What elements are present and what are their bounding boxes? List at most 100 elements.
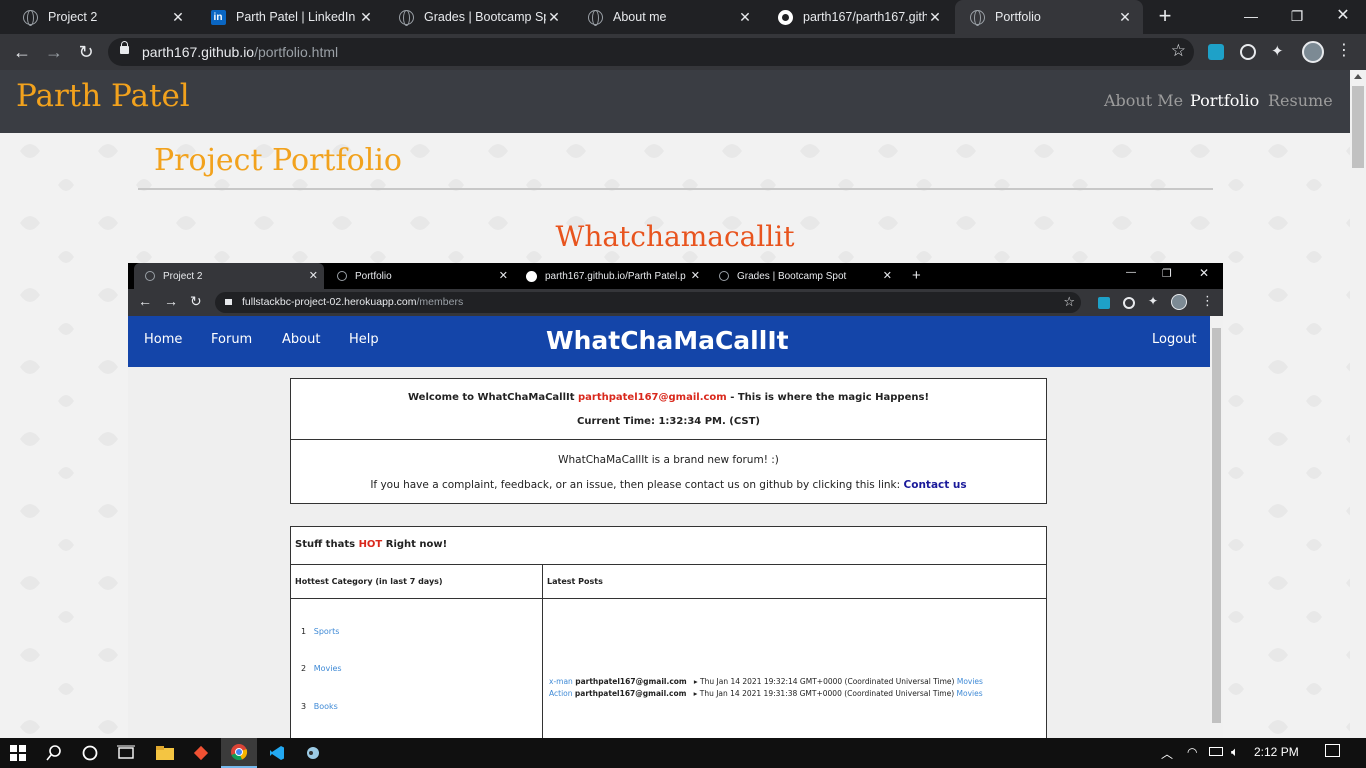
screenshot-toolbar: ← → ↻ fullstackbc-project-02.herokuapp.c… bbox=[128, 289, 1223, 316]
wcmc-nav-forum: Forum bbox=[211, 332, 253, 347]
back-button[interactable]: ← bbox=[10, 40, 34, 64]
screenshot-tab: parth167.github.io/Parth Patel.pdf ✕ bbox=[516, 263, 706, 289]
nav-resume[interactable]: Resume bbox=[1268, 91, 1333, 110]
reload-button[interactable]: ↻ bbox=[74, 40, 98, 64]
close-window-icon: ✕ bbox=[1199, 266, 1210, 280]
cortana-icon[interactable] bbox=[72, 738, 108, 768]
snipping-tool-icon[interactable] bbox=[295, 738, 331, 768]
browser-tab-grades[interactable]: Grades | Bootcamp Spot ✕ bbox=[384, 0, 572, 34]
globe-icon bbox=[398, 9, 414, 26]
browser-toolbar: ← → ↻ parth167.github.io/portfolio.html … bbox=[0, 34, 1366, 70]
scrollbar-thumb[interactable] bbox=[1352, 86, 1364, 168]
reload-icon: ↻ bbox=[190, 293, 202, 309]
menu-kebab-icon: ⋮ bbox=[1201, 293, 1214, 308]
wifi-icon[interactable]: ◠ bbox=[1187, 745, 1197, 759]
close-tab-icon: ✕ bbox=[498, 270, 508, 282]
globe-icon bbox=[336, 271, 347, 282]
close-tab-icon[interactable]: ✕ bbox=[737, 9, 753, 25]
close-tab-icon[interactable]: ✕ bbox=[1117, 9, 1133, 25]
globe-icon bbox=[969, 9, 985, 26]
wcmc-nav-logout: Logout bbox=[1152, 332, 1197, 347]
vscode-icon[interactable] bbox=[259, 738, 295, 768]
extension-icon bbox=[1098, 297, 1110, 309]
taskbar-clock[interactable]: 2:12 PM bbox=[1254, 745, 1299, 759]
tab-title: parth167/parth167.github.io bbox=[803, 10, 927, 24]
close-tab-icon[interactable]: ✕ bbox=[170, 9, 186, 25]
windows-taskbar: ︿ ◠ 🔈︎ 2:12 PM bbox=[0, 738, 1366, 768]
intro-box: WhatChaMaCallIt is a brand new forum! :)… bbox=[290, 439, 1047, 504]
page-title: Project Portfolio bbox=[154, 143, 402, 178]
forward-icon: → bbox=[164, 293, 178, 309]
extension-circle-icon bbox=[1123, 297, 1135, 309]
close-tab-icon: ✕ bbox=[308, 270, 318, 282]
current-time: Current Time: 1:32:34 PM. (CST) bbox=[577, 416, 760, 427]
file-explorer-icon[interactable] bbox=[147, 738, 183, 768]
site-navbar: Parth Patel About Me Portfolio Resume bbox=[0, 70, 1350, 133]
project-screenshot[interactable]: Project 2 ✕ Portfolio ✕ parth167.github.… bbox=[128, 263, 1223, 738]
chevron-up-icon[interactable]: ︿ bbox=[1161, 745, 1173, 762]
url-text: parth167.github.io/portfolio.html bbox=[142, 44, 339, 60]
scroll-up-arrow-icon[interactable] bbox=[1354, 74, 1362, 79]
close-window-button[interactable]: ✕ bbox=[1320, 0, 1366, 34]
browser-tab-about[interactable]: About me ✕ bbox=[573, 0, 763, 34]
profile-avatar[interactable] bbox=[1302, 41, 1324, 63]
screenshot-tab: Portfolio ✕ bbox=[326, 263, 514, 289]
category-item: 1 Sports bbox=[301, 627, 340, 636]
contact-us-link: Contact us bbox=[903, 479, 967, 491]
wcmc-navbar: Home Forum About Help WhatChaMaCallIt Lo… bbox=[128, 316, 1210, 367]
site-brand[interactable]: Parth Patel bbox=[16, 78, 190, 114]
github-icon bbox=[526, 270, 537, 282]
browser-tab-project2[interactable]: Project 2 ✕ bbox=[8, 0, 196, 34]
close-tab-icon[interactable]: ✕ bbox=[358, 9, 374, 25]
battery-icon[interactable] bbox=[1209, 747, 1223, 756]
bookmark-star-icon[interactable]: ☆ bbox=[1171, 41, 1186, 61]
browser-tab-portfolio[interactable]: Portfolio ✕ bbox=[955, 0, 1143, 34]
globe-icon bbox=[144, 271, 155, 282]
globe-icon bbox=[22, 9, 38, 26]
forward-button[interactable]: → bbox=[42, 40, 66, 64]
latest-posts-header: Latest Posts bbox=[547, 577, 603, 586]
page-viewport: Parth Patel About Me Portfolio Resume Pr… bbox=[0, 70, 1350, 738]
new-tab-icon: + bbox=[912, 267, 921, 284]
bookmark-star-icon: ☆ bbox=[1063, 294, 1075, 309]
task-view-icon[interactable] bbox=[108, 738, 144, 768]
nav-portfolio[interactable]: Portfolio bbox=[1190, 91, 1259, 110]
restore-button[interactable]: ❐ bbox=[1274, 0, 1320, 34]
volume-icon[interactable]: 🔈︎ bbox=[1231, 744, 1239, 760]
close-tab-icon: ✕ bbox=[882, 270, 892, 282]
latest-post-item: x-man parthpatel167@gmail.com ▸ Thu Jan … bbox=[549, 677, 983, 686]
wcmc-brand: WhatChaMaCallIt bbox=[546, 326, 789, 355]
browser-tab-linkedin[interactable]: in Parth Patel | LinkedIn ✕ bbox=[196, 0, 384, 34]
extension-icon[interactable] bbox=[1208, 44, 1224, 60]
github-icon bbox=[777, 9, 793, 25]
wcmc-nav-home: Home bbox=[144, 332, 183, 347]
project-title: Whatchamacallit bbox=[555, 220, 795, 253]
puzzle-icon[interactable]: ✦ bbox=[1271, 42, 1289, 60]
back-icon: ← bbox=[138, 293, 152, 309]
browser-tab-github[interactable]: parth167/parth167.github.io ✕ bbox=[763, 0, 953, 34]
lock-icon bbox=[225, 299, 232, 305]
tab-title: Grades | Bootcamp Spot bbox=[424, 10, 546, 24]
screenshot-tab-strip: Project 2 ✕ Portfolio ✕ parth167.github.… bbox=[128, 263, 1223, 289]
close-tab-icon[interactable]: ✕ bbox=[546, 9, 562, 25]
extension-circle-icon[interactable] bbox=[1240, 44, 1256, 60]
browser-tab-strip: Project 2 ✕ in Parth Patel | LinkedIn ✕ … bbox=[0, 0, 1366, 34]
chrome-icon[interactable] bbox=[221, 738, 257, 768]
close-tab-icon[interactable]: ✕ bbox=[927, 9, 943, 25]
windows-start-icon[interactable] bbox=[0, 738, 36, 768]
category-item: 2 Movies bbox=[301, 664, 342, 673]
category-item: 3 Books bbox=[301, 702, 338, 711]
menu-kebab-icon[interactable]: ⋮ bbox=[1336, 41, 1352, 61]
notifications-icon[interactable] bbox=[1325, 744, 1340, 757]
nav-about-me[interactable]: About Me bbox=[1104, 91, 1183, 110]
hottest-category-header: Hottest Category (in last 7 days) bbox=[295, 577, 443, 586]
git-icon[interactable] bbox=[183, 738, 219, 768]
restore-icon: ❐ bbox=[1162, 268, 1172, 280]
screenshot-page: Home Forum About Help WhatChaMaCallIt Lo… bbox=[128, 316, 1210, 738]
new-tab-button[interactable]: + bbox=[1153, 5, 1177, 29]
search-icon[interactable] bbox=[36, 738, 72, 768]
page-scrollbar[interactable] bbox=[1350, 70, 1366, 738]
screenshot-scrollbar bbox=[1210, 316, 1223, 738]
address-bar[interactable]: parth167.github.io/portfolio.html ☆ bbox=[108, 38, 1194, 66]
minimize-button[interactable]: — bbox=[1228, 0, 1274, 34]
